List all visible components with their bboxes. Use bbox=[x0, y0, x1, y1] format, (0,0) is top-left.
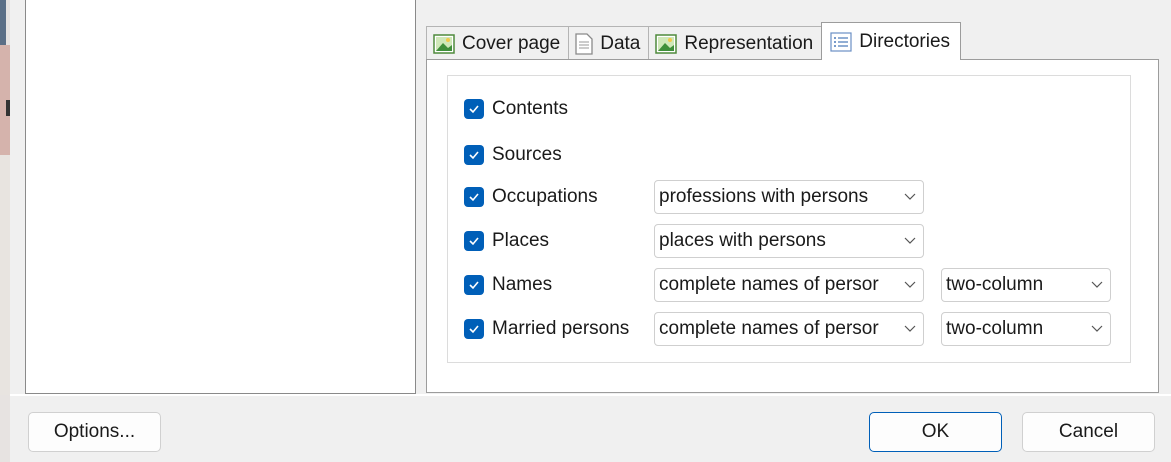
settings-tab-control: Cover page Data Representation Directori… bbox=[426, 14, 1159, 394]
separator bbox=[10, 394, 1171, 396]
occupations-label: Occupations bbox=[492, 186, 598, 207]
preview-pane bbox=[25, 0, 416, 394]
ok-button[interactable]: OK bbox=[869, 412, 1002, 452]
married-persons-layout-select[interactable]: two-column bbox=[941, 312, 1111, 346]
checkmark-icon bbox=[469, 105, 479, 114]
chevron-down-icon bbox=[1084, 281, 1110, 289]
married-persons-label: Married persons bbox=[492, 318, 630, 339]
names-select[interactable]: complete names of persor bbox=[654, 268, 924, 302]
checkmark-icon bbox=[469, 281, 479, 290]
sources-checkbox[interactable] bbox=[464, 145, 484, 165]
checkmark-icon bbox=[469, 325, 479, 334]
places-checkbox[interactable] bbox=[464, 231, 484, 251]
occupations-select[interactable]: professions with persons bbox=[654, 180, 924, 214]
directories-panel: Contents Sources Occupations professions… bbox=[426, 59, 1159, 393]
tab-directories[interactable]: Directories bbox=[821, 22, 962, 61]
contents-label: Contents bbox=[492, 98, 569, 119]
names-label: Names bbox=[492, 274, 553, 295]
tab-representation[interactable]: Representation bbox=[648, 26, 823, 60]
married-persons-checkbox[interactable] bbox=[464, 319, 484, 339]
names-layout-select[interactable]: two-column bbox=[941, 268, 1111, 302]
image-icon bbox=[655, 33, 678, 54]
chevron-down-icon bbox=[897, 325, 923, 333]
occupations-checkbox[interactable] bbox=[464, 187, 484, 207]
options-button[interactable]: Options... bbox=[28, 412, 161, 452]
names-layout-value: two-column bbox=[946, 274, 1044, 295]
contents-checkbox-row[interactable]: Contents bbox=[464, 92, 568, 126]
checkmark-icon bbox=[469, 151, 479, 160]
married-persons-select[interactable]: complete names of persor bbox=[654, 312, 924, 346]
chevron-down-icon bbox=[897, 281, 923, 289]
tab-label: Cover page bbox=[462, 32, 561, 54]
checkmark-icon bbox=[469, 193, 479, 202]
checkmark-icon bbox=[469, 237, 479, 246]
places-checkbox-row[interactable]: Places bbox=[464, 224, 549, 258]
places-select-value: places with persons bbox=[659, 230, 826, 251]
chevron-down-icon bbox=[897, 237, 923, 245]
contents-checkbox[interactable] bbox=[464, 99, 484, 119]
chevron-down-icon bbox=[1084, 325, 1110, 333]
tab-label: Directories bbox=[859, 30, 951, 52]
background-window-edge bbox=[0, 0, 10, 462]
married-persons-layout-value: two-column bbox=[946, 318, 1044, 339]
married-persons-select-value: complete names of persor bbox=[659, 318, 879, 339]
tab-label: Representation bbox=[684, 32, 814, 54]
married-persons-checkbox-row[interactable]: Married persons bbox=[464, 312, 629, 346]
names-select-value: complete names of persor bbox=[659, 274, 879, 295]
tab-cover-page[interactable]: Cover page bbox=[426, 26, 570, 60]
list-icon bbox=[830, 31, 852, 52]
sources-label: Sources bbox=[492, 144, 562, 165]
sources-checkbox-row[interactable]: Sources bbox=[464, 138, 562, 172]
image-icon bbox=[433, 33, 455, 54]
tab-label: Data bbox=[600, 32, 641, 54]
occupations-select-value: professions with persons bbox=[659, 186, 869, 207]
names-checkbox-row[interactable]: Names bbox=[464, 268, 552, 302]
chevron-down-icon bbox=[897, 193, 923, 201]
document-icon bbox=[575, 32, 593, 55]
occupations-checkbox-row[interactable]: Occupations bbox=[464, 180, 598, 214]
places-label: Places bbox=[492, 230, 550, 251]
places-select[interactable]: places with persons bbox=[654, 224, 924, 258]
cancel-button[interactable]: Cancel bbox=[1022, 412, 1155, 452]
names-checkbox[interactable] bbox=[464, 275, 484, 295]
tab-data[interactable]: Data bbox=[568, 26, 650, 60]
tab-strip: Cover page Data Representation Directori… bbox=[426, 20, 962, 61]
